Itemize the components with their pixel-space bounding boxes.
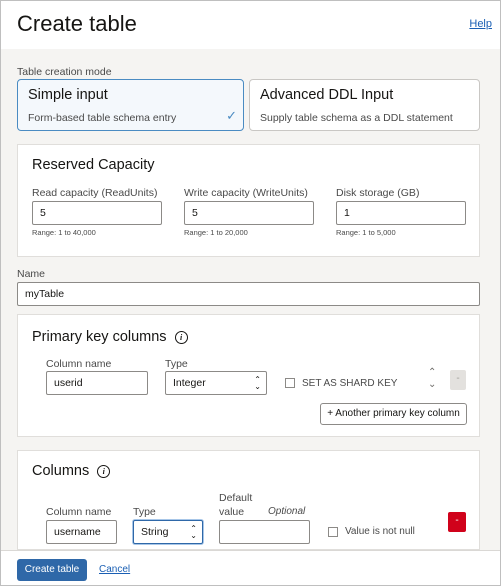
move-down-icon[interactable]: ⌄: [428, 379, 436, 390]
simple-input-option[interactable]: Simple input Form-based table schema ent…: [17, 79, 244, 131]
create-table-button[interactable]: Create table: [17, 559, 87, 581]
column-name-input[interactable]: [46, 520, 117, 544]
chevron-updown-icon: ⌃ ⌄: [190, 524, 197, 540]
not-null-checkbox[interactable]: [328, 527, 338, 537]
page-title: Create table: [17, 11, 137, 36]
simple-input-desc: Form-based table schema entry: [28, 112, 177, 124]
columns-title-text: Columns: [32, 463, 90, 479]
pk-type-select[interactable]: Integer ⌃ ⌄: [165, 371, 267, 395]
advanced-ddl-title: Advanced DDL Input: [260, 87, 394, 103]
info-icon[interactable]: i: [174, 331, 188, 344]
move-up-icon[interactable]: ⌃: [428, 367, 436, 378]
advanced-ddl-desc: Supply table schema as a DDL statement: [260, 112, 453, 124]
info-icon[interactable]: i: [97, 465, 111, 478]
read-capacity-hint: Range: 1 to 40,000: [32, 228, 96, 237]
default-value-label-line1: Default: [219, 492, 253, 504]
columns-title: Columns i: [32, 463, 111, 479]
pk-column-name-label: Column name: [46, 358, 112, 370]
column-type-value: String: [141, 526, 169, 538]
pk-title-text: Primary key columns: [32, 329, 167, 345]
write-capacity-input[interactable]: [184, 201, 314, 225]
remove-pk-button[interactable]: -: [450, 370, 466, 390]
remove-column-button[interactable]: -: [448, 512, 466, 532]
add-primary-key-button[interactable]: + Another primary key column: [320, 403, 467, 425]
checkmark-icon: ✓: [226, 108, 237, 123]
column-type-label: Type: [133, 506, 156, 518]
create-table-dialog: Create table Help Table creation mode Si…: [0, 0, 501, 586]
cancel-link[interactable]: Cancel: [99, 564, 130, 575]
write-capacity-label: Write capacity (WriteUnits): [184, 187, 308, 199]
disk-storage-input[interactable]: [336, 201, 466, 225]
disk-storage-label: Disk storage (GB): [336, 187, 420, 199]
chevron-updown-icon: ⌃ ⌄: [254, 375, 261, 391]
read-capacity-input[interactable]: [32, 201, 162, 225]
dialog-footer: Create table Cancel: [1, 550, 500, 585]
simple-input-title: Simple input: [28, 87, 108, 103]
name-label: Name: [17, 268, 46, 280]
read-capacity-label: Read capacity (ReadUnits): [32, 187, 158, 199]
default-value-label-line2: value: [219, 506, 245, 518]
advanced-ddl-option[interactable]: Advanced DDL Input Supply table schema a…: [249, 79, 480, 131]
reserved-capacity-panel: Reserved Capacity Read capacity (ReadUni…: [17, 144, 480, 257]
shard-key-checkbox[interactable]: [285, 378, 295, 388]
pk-type-value: Integer: [173, 377, 206, 389]
write-capacity-hint: Range: 1 to 20,000: [184, 228, 248, 237]
columns-panel: Columns i Column name Type String ⌃⌄ Defa…: [17, 450, 480, 550]
help-link[interactable]: Help: [469, 18, 492, 30]
column-type-select[interactable]: String ⌃ ⌄: [133, 520, 203, 544]
optional-label: Optional: [268, 506, 306, 517]
shard-key-label: SET AS SHARD KEY: [302, 378, 398, 389]
column-name-label: Column name: [46, 506, 112, 518]
default-value-input[interactable]: [219, 520, 310, 544]
primary-key-panel: Primary key columns i Column name Type In…: [17, 314, 480, 437]
mode-label: Table creation mode: [17, 66, 112, 78]
not-null-label: Value is not null: [345, 526, 415, 537]
dialog-header: Create table Help: [1, 1, 500, 49]
pk-column-name-input[interactable]: [46, 371, 148, 395]
disk-storage-hint: Range: 1 to 5,000: [336, 228, 396, 237]
capacity-title: Reserved Capacity: [32, 157, 155, 173]
pk-type-label: Type: [165, 358, 188, 370]
pk-title: Primary key columns i: [32, 329, 188, 345]
table-name-input[interactable]: [17, 282, 480, 306]
